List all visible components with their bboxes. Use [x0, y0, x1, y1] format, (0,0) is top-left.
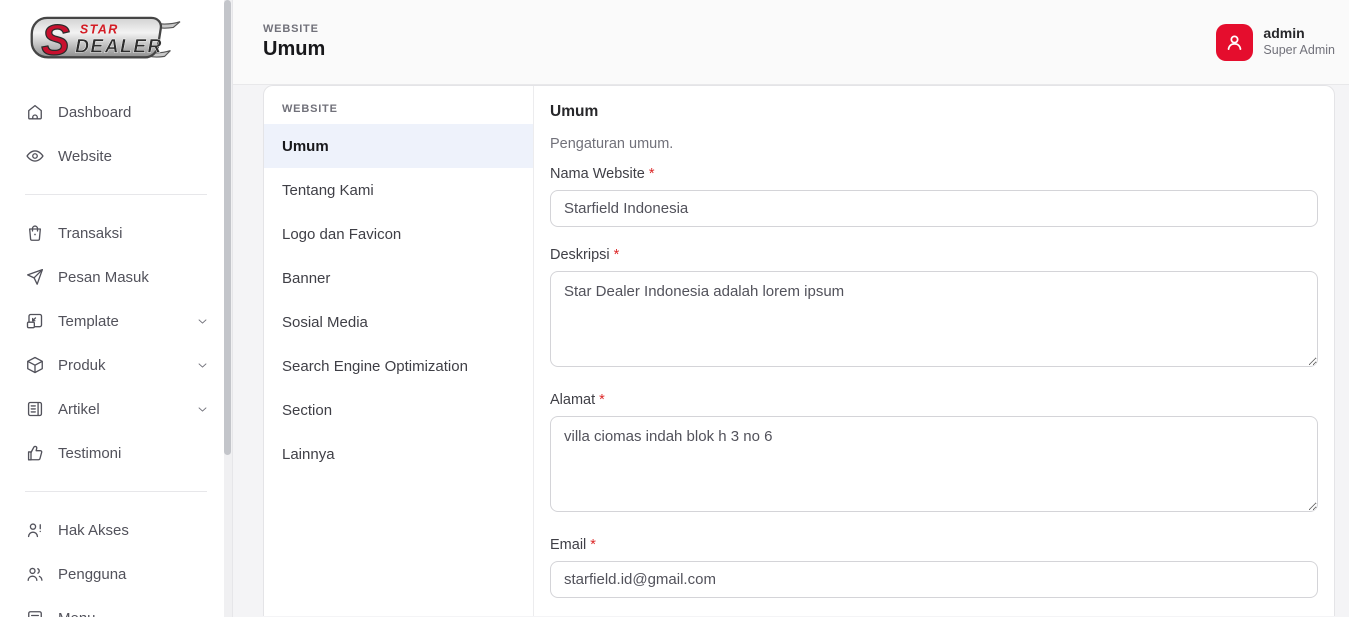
sidebar-item-menu[interactable]: Menu [0, 596, 232, 617]
subnav: WEBSITE UmumTentang KamiLogo dan Favicon… [264, 86, 534, 616]
sidebar-scrollbar-thumb[interactable] [224, 0, 231, 455]
form-fields: Nama Website *Deskripsi *Alamat *Email *… [550, 166, 1318, 616]
sidebar-item-produk[interactable]: Produk [0, 343, 232, 387]
field-label: Email * [550, 537, 1318, 553]
sidebar-item-label: Transaksi [58, 225, 122, 242]
sidebar-item-testimoni[interactable]: Testimoni [0, 431, 232, 475]
field-label: Nama Website * [550, 166, 1318, 182]
sidebar-item-template[interactable]: Template [0, 299, 232, 343]
star-dealer-logo[interactable]: S STAR DEALER [0, 0, 232, 68]
content: WEBSITE UmumTentang KamiLogo dan Favicon… [233, 85, 1349, 617]
logo-s: S [41, 16, 69, 63]
sidebar-item-label: Artikel [58, 401, 100, 418]
form-field-alamat: Alamat * [550, 392, 1318, 517]
topbar: WEBSITE Umum admin Super Admin [233, 0, 1349, 85]
package-icon [25, 355, 45, 375]
chevron-down-icon [195, 314, 210, 329]
sidebar-item-label: Pesan Masuk [58, 269, 149, 286]
sidebar-item-label: Produk [58, 357, 106, 374]
subnav-item-lainnya[interactable]: Lainnya [264, 432, 533, 476]
field-label-text: Nama Website [550, 166, 645, 182]
layout-icon [25, 311, 45, 331]
required-asterisk: * [645, 166, 655, 182]
sidebar-nav: Dashboard Website Transaksi Pesan Masuk Temp… [0, 68, 232, 617]
subnav-heading: WEBSITE [264, 86, 533, 124]
shopping-bag-icon [25, 223, 45, 243]
field-label: Deskripsi * [550, 247, 1318, 263]
sidebar-item-pesan-masuk[interactable]: Pesan Masuk [0, 255, 232, 299]
sidebar-item-label: Pengguna [58, 566, 126, 583]
form-title: Umum [550, 103, 1318, 121]
required-asterisk: * [610, 247, 620, 263]
avatar [1216, 24, 1253, 61]
chevron-down-icon [195, 358, 210, 373]
alamat-textarea[interactable] [550, 416, 1318, 512]
sidebar-item-dashboard[interactable]: Dashboard [0, 90, 232, 134]
form-pane: Umum Pengaturan umum. Nama Website *Desk… [534, 86, 1334, 616]
field-label-text: Alamat [550, 392, 595, 408]
logo-star-text: STAR [80, 22, 119, 36]
field-label-text: Email [550, 537, 586, 553]
sidebar-item-hak-akses[interactable]: Hak Akses [0, 508, 232, 552]
subnav-list: UmumTentang KamiLogo dan FaviconBannerSo… [264, 124, 533, 476]
sidebar-item-label: Menu [58, 610, 96, 617]
user-role: Super Admin [1263, 43, 1335, 59]
sidebar-item-label: Website [58, 148, 112, 165]
subnav-item-section[interactable]: Section [264, 388, 533, 432]
form-subtitle: Pengaturan umum. [550, 136, 1318, 152]
subnav-item-search-engine-optimization[interactable]: Search Engine Optimization [264, 344, 533, 388]
field-label-text: Deskripsi [550, 247, 610, 263]
sidebar-divider [25, 194, 207, 195]
star-dealer-logo-icon: S STAR DEALER [22, 14, 184, 66]
sidebar-item-label: Hak Akses [58, 522, 129, 539]
sidebar-scrollbar-track [224, 0, 232, 617]
sidebar-divider [25, 491, 207, 492]
logo-dealer-text: DEALER [75, 37, 163, 58]
sidebar-item-label: Template [58, 313, 119, 330]
main-area: WEBSITE Umum admin Super Admin [233, 0, 1349, 617]
required-asterisk: * [595, 392, 605, 408]
subnav-item-banner[interactable]: Banner [264, 256, 533, 300]
required-asterisk: * [586, 537, 596, 553]
form-field-deskripsi: Deskripsi * [550, 247, 1318, 372]
app-root: S STAR DEALER Dashboard Website Transaksi P… [0, 0, 1349, 617]
sidebar: S STAR DEALER Dashboard Website Transaksi P… [0, 0, 233, 617]
eye-icon [25, 146, 45, 166]
nama-website-input[interactable] [550, 190, 1318, 227]
menu-icon [25, 608, 45, 617]
user-menu[interactable]: admin Super Admin [1216, 24, 1335, 61]
sidebar-item-website[interactable]: Website [0, 134, 232, 178]
breadcrumb: WEBSITE [263, 23, 325, 35]
chevron-down-icon [195, 402, 210, 417]
sidebar-item-label: Testimoni [58, 445, 121, 462]
settings-card: WEBSITE UmumTentang KamiLogo dan Favicon… [263, 85, 1335, 616]
subnav-item-tentang-kami[interactable]: Tentang Kami [264, 168, 533, 212]
sidebar-item-pengguna[interactable]: Pengguna [0, 552, 232, 596]
article-icon [25, 399, 45, 419]
form-field-email: Email * [550, 537, 1318, 598]
send-icon [25, 267, 45, 287]
email-input[interactable] [550, 561, 1318, 598]
sidebar-item-transaksi[interactable]: Transaksi [0, 211, 232, 255]
sidebar-item-artikel[interactable]: Artikel [0, 387, 232, 431]
user-name: admin [1263, 25, 1335, 43]
user-icon [1224, 32, 1245, 53]
user-exclamation-icon [25, 520, 45, 540]
home-icon [25, 102, 45, 122]
user-info: admin Super Admin [1263, 25, 1335, 58]
form-field-nama-website: Nama Website * [550, 166, 1318, 227]
subnav-item-sosial-media[interactable]: Sosial Media [264, 300, 533, 344]
page-title: Umum [263, 38, 325, 61]
field-label: Alamat * [550, 392, 1318, 408]
subnav-item-umum[interactable]: Umum [264, 124, 533, 168]
users-icon [25, 564, 45, 584]
sidebar-item-label: Dashboard [58, 104, 131, 121]
subnav-item-logo-dan-favicon[interactable]: Logo dan Favicon [264, 212, 533, 256]
deskripsi-textarea[interactable] [550, 271, 1318, 367]
page-heading: WEBSITE Umum [263, 23, 325, 61]
thumbs-up-icon [25, 443, 45, 463]
